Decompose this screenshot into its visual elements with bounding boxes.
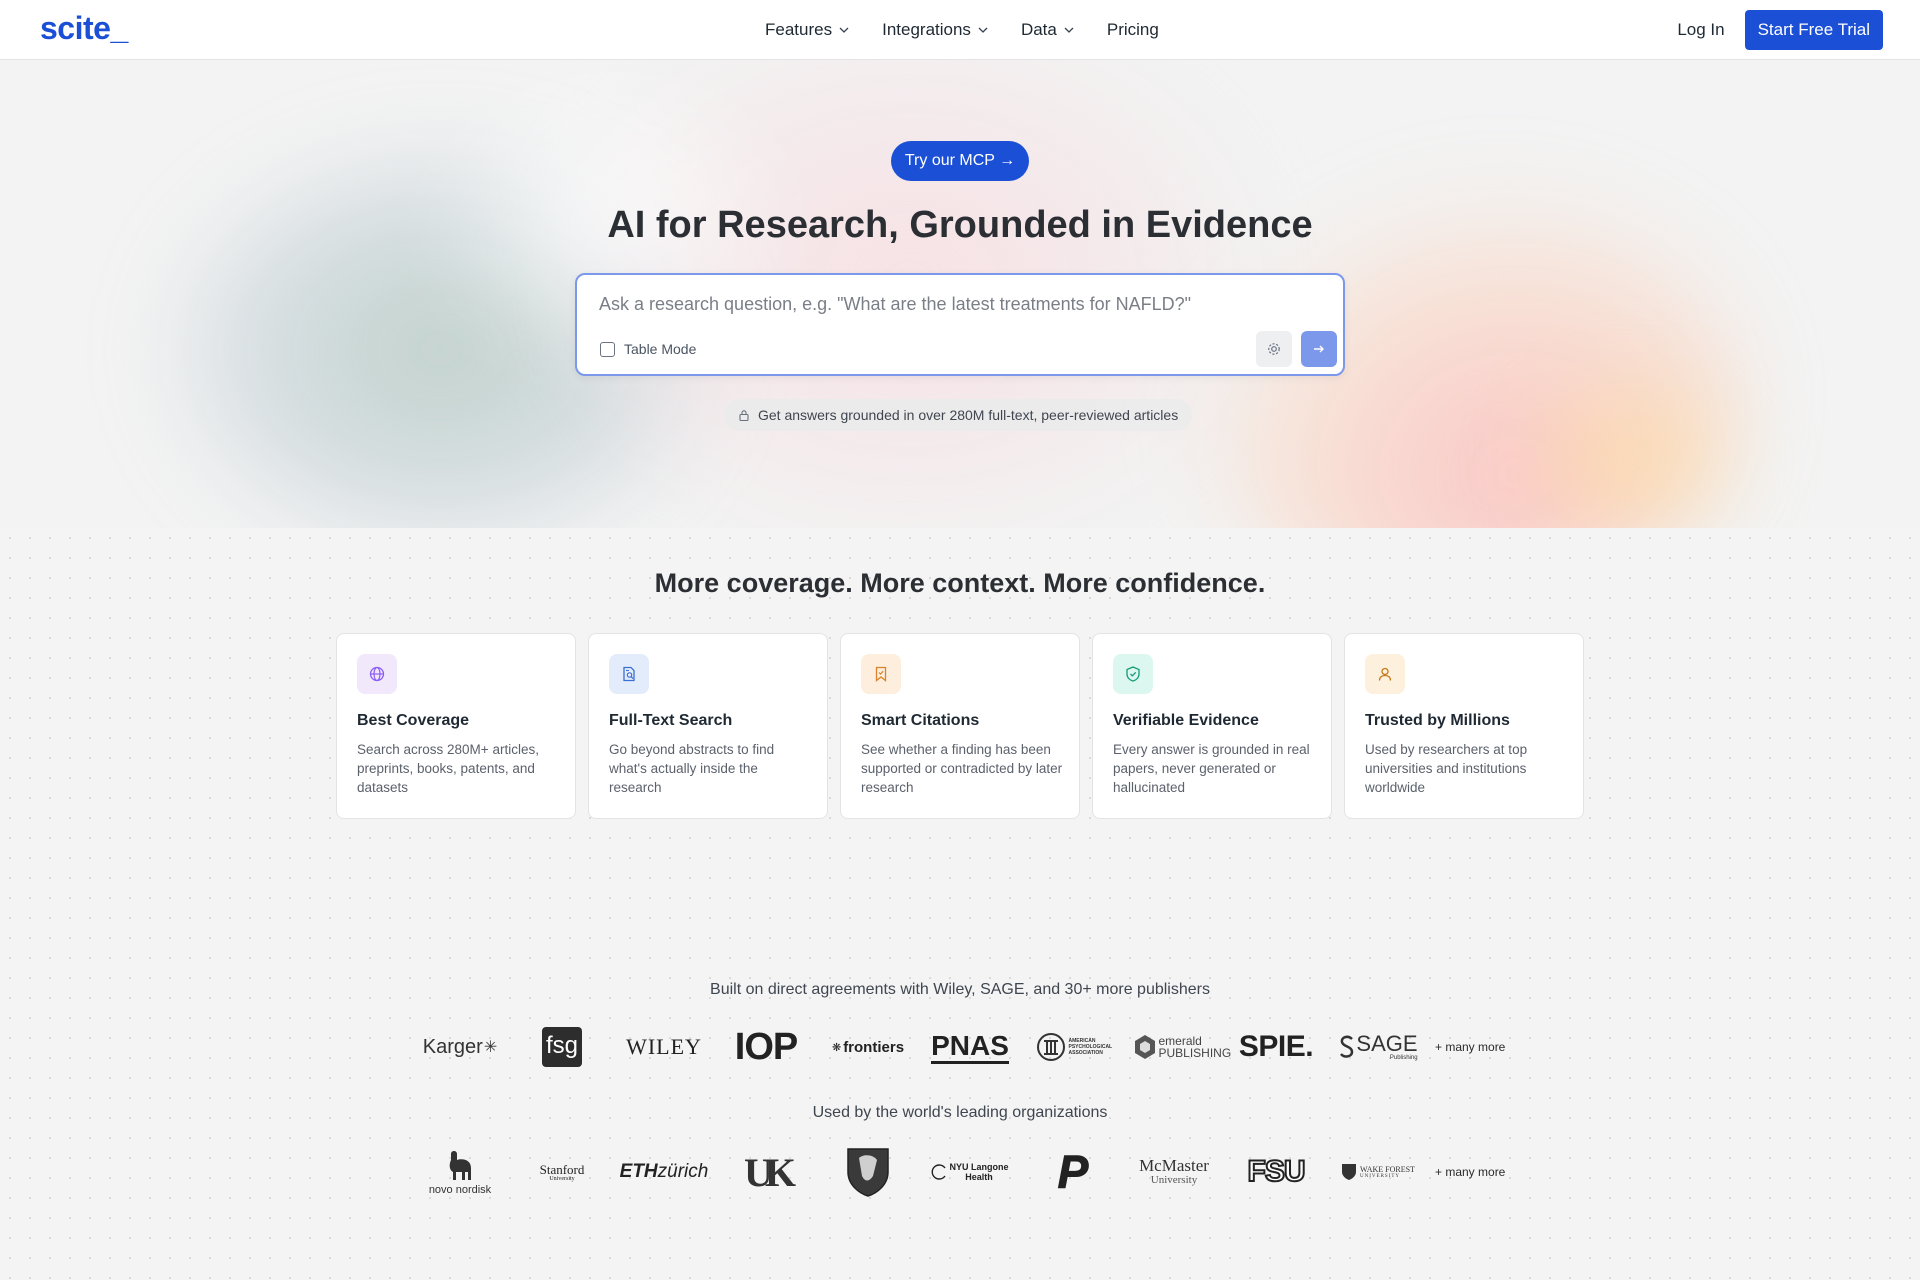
karger-logo: Karger ✳ <box>422 1035 498 1058</box>
card-description: Used by researchers at top universities … <box>1365 742 1528 795</box>
grounded-info-pill: Get answers grounded in over 280M full-t… <box>724 399 1193 431</box>
feature-card-smart-citations: Smart Citations See whether a finding ha… <box>840 633 1080 819</box>
card-title: Trusted by Millions <box>1365 712 1510 729</box>
user-icon <box>1365 654 1405 694</box>
feature-card-trusted-by-millions: Trusted by Millions Used by researchers … <box>1344 633 1584 819</box>
more-publishers-label: + many more <box>1435 1040 1506 1054</box>
university-of-kentucky-logo: UK <box>744 1149 796 1195</box>
fsu-logo: FSU <box>1247 1154 1307 1189</box>
research-question-input[interactable] <box>599 289 1319 319</box>
submit-search-button[interactable] <box>1301 331 1337 367</box>
gear-icon <box>1268 343 1280 355</box>
nyu-langone-health-logo: NYU Langone Health <box>919 1145 1021 1199</box>
feature-card-full-text-search: Full-Text Search Go beyond abstracts to … <box>588 633 828 819</box>
nav-pricing[interactable]: Pricing <box>1107 20 1159 40</box>
feature-card-best-coverage: Best Coverage Search across 280M+ articl… <box>336 633 576 819</box>
login-link[interactable]: Log In <box>1677 20 1724 40</box>
scite-logo[interactable]: scite_ <box>40 10 128 47</box>
card-description: Go beyond abstracts to find what's actua… <box>609 742 775 795</box>
stanford-university-logo: Stanford University <box>539 1161 585 1182</box>
globe-icon <box>357 654 397 694</box>
chevron-down-icon <box>978 27 988 33</box>
shield-check-icon <box>1113 654 1153 694</box>
spie-logo: SPIE. <box>1238 1030 1314 1063</box>
settings-button[interactable] <box>1256 331 1292 367</box>
nav-pricing-label: Pricing <box>1106 20 1159 39</box>
top-navbar: scite_ Features Integrations Data Pricin… <box>0 0 1920 60</box>
bookmark-icon <box>861 654 901 694</box>
wiley-logo: WILEY <box>626 1034 702 1059</box>
frontiers-logo: ❋ frontiers <box>831 1038 905 1056</box>
coverage-title: More coverage. More context. More confid… <box>654 568 1266 598</box>
nav-data[interactable]: Data <box>1021 20 1075 40</box>
feature-cards: Best Coverage Search across 280M+ articl… <box>336 633 1596 819</box>
table-mode-checkbox[interactable] <box>600 341 615 357</box>
wake-forest-university-logo: WAKE FOREST UNIVERSITY <box>1327 1145 1429 1199</box>
lock-icon <box>739 409 749 421</box>
research-search-box: Table Mode <box>575 273 1345 376</box>
card-title: Full-Text Search <box>609 712 733 729</box>
army-west-point-logo <box>817 1145 919 1199</box>
card-description: See whether a finding has been supported… <box>861 742 1063 795</box>
fsg-logo: fsg <box>511 1020 613 1074</box>
emerald-publishing-logo: emerald PUBLISHING <box>1123 1020 1231 1074</box>
nav-links: Features Integrations Data Pricing <box>765 0 1191 60</box>
nav-integrations-label: Integrations <box>882 20 971 39</box>
nav-integrations[interactable]: Integrations <box>882 20 989 40</box>
card-title: Verifiable Evidence <box>1113 712 1259 729</box>
organizations-heading: Used by the world's leading organization… <box>812 1104 1108 1121</box>
nav-data-label: Data <box>1020 20 1057 39</box>
chevron-down-icon <box>839 27 849 33</box>
nav-features[interactable]: Features <box>765 20 850 40</box>
arrow-right-icon <box>1314 345 1324 353</box>
card-description: Every answer is grounded in real papers,… <box>1113 742 1310 795</box>
grounded-info-text: Get answers grounded in over 280M full-t… <box>758 407 1179 423</box>
more-organizations-label: + many more <box>1435 1165 1506 1179</box>
try-mcp-button[interactable]: Try our MCP → <box>891 141 1029 181</box>
publisher-logos: Karger ✳ fsg WILEY IOP ❋ frontiers PNAS AM… <box>409 1020 1506 1074</box>
table-mode-label: Table Mode <box>624 341 697 357</box>
iop-logo: IOP <box>734 1025 798 1068</box>
novo-nordisk-logo: novo nordisk <box>409 1145 511 1199</box>
hero-title: AI for Research, Grounded in Evidence <box>607 204 1313 246</box>
mcmaster-university-logo: McMaster University <box>1139 1156 1209 1186</box>
nav-actions: Log In Start Free Trial <box>1677 10 1883 50</box>
organization-logos: novo nordisk Stanford University ETH züri… <box>409 1145 1506 1199</box>
hero-section: Try our MCP → AI for Research, Grounded … <box>0 60 1920 528</box>
start-free-trial-button[interactable]: Start Free Trial <box>1744 10 1883 50</box>
sage-publishing-logo: SAGE Publishing <box>1327 1020 1429 1074</box>
publishers-heading: Built on direct agreements with Wiley, S… <box>710 981 1210 998</box>
card-title: Smart Citations <box>861 712 980 729</box>
apa-logo: AMERICAN PSYCHOLOGICAL ASSOCIATION <box>1021 1020 1123 1074</box>
table-mode-toggle[interactable]: Table Mode <box>600 341 696 357</box>
nav-features-label: Features <box>765 20 833 39</box>
feature-card-verifiable-evidence: Verifiable Evidence Every answer is grou… <box>1092 633 1332 819</box>
features-section: More coverage. More context. More confid… <box>0 528 1920 1280</box>
card-description: Search across 280M+ articles, preprints,… <box>357 742 539 795</box>
chevron-down-icon <box>1064 27 1074 33</box>
card-title: Best Coverage <box>357 712 470 729</box>
pnas-logo: PNAS <box>919 1020 1021 1074</box>
purdue-logo: P <box>1057 1146 1089 1199</box>
document-search-icon <box>609 654 649 694</box>
eth-zurich-logo: ETH zürich <box>619 1161 709 1182</box>
